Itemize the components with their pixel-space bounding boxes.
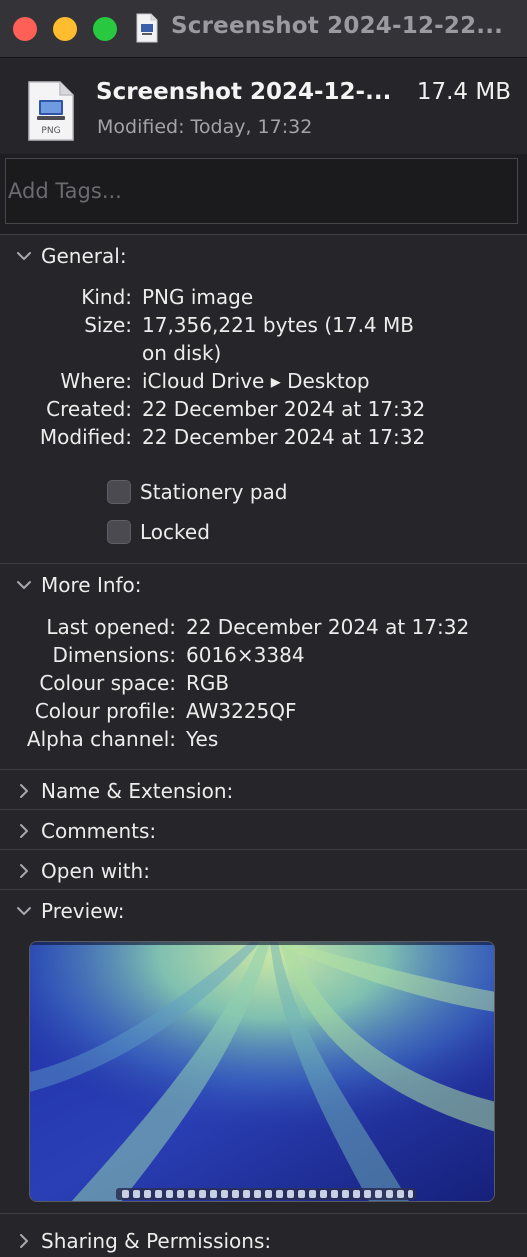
section-sharing-permissions-title: Sharing & Permissions:	[41, 1229, 272, 1253]
minimize-button[interactable]	[53, 17, 77, 41]
section-name-extension-title: Name & Extension:	[41, 779, 234, 803]
stationery-pad-checkbox[interactable]	[107, 480, 131, 504]
alpha-channel-label: Alpha channel:	[26, 727, 176, 751]
preview-thumbnail	[29, 941, 495, 1202]
section-general-title: General:	[41, 244, 127, 268]
divider	[0, 234, 527, 235]
locked-option[interactable]: Locked	[107, 520, 210, 544]
dimensions-value: 6016×3384	[186, 643, 305, 667]
tags-input[interactable]	[6, 159, 517, 223]
created-label: Created:	[46, 397, 132, 421]
chevron-right-icon	[20, 824, 28, 838]
section-more-info-toggle[interactable]: More Info:	[13, 571, 142, 599]
menu-bar-strip	[30, 942, 494, 945]
colour-space-label: Colour space:	[39, 671, 176, 695]
document-icon	[136, 13, 158, 43]
size-label: Size:	[84, 313, 132, 337]
colour-profile-value: AW3225QF	[186, 699, 297, 723]
divider	[0, 563, 527, 564]
file-header: PNG Screenshot 2024-12-... 17.4 MB Modif…	[0, 58, 527, 154]
section-preview-toggle[interactable]: Preview:	[13, 897, 125, 925]
section-more-info-title: More Info:	[41, 573, 142, 597]
divider	[0, 769, 527, 770]
tags-field-container	[5, 158, 518, 224]
chevron-right-icon	[20, 1234, 28, 1248]
size-value: 17,356,221 bytes (17.4 MB	[142, 313, 414, 337]
file-size: 17.4 MB	[416, 79, 511, 105]
kind-value: PNG image	[142, 285, 254, 309]
file-modified: Modified: Today, 17:32	[97, 116, 313, 138]
close-button[interactable]	[13, 17, 37, 41]
section-open-with-title: Open with:	[41, 859, 150, 883]
kind-label: Kind:	[81, 285, 132, 309]
colour-space-value: RGB	[186, 671, 230, 695]
created-value: 22 December 2024 at 17:32	[142, 397, 426, 421]
wallpaper-preview-image	[30, 942, 494, 1201]
section-open-with-toggle[interactable]: Open with:	[13, 857, 150, 885]
where-value: iCloud Drive ▸ Desktop	[142, 369, 370, 393]
section-comments-toggle[interactable]: Comments:	[13, 817, 156, 845]
png-badge: PNG	[41, 126, 60, 136]
zoom-button[interactable]	[93, 17, 117, 41]
section-general-toggle[interactable]: General:	[13, 242, 127, 270]
modified-value: 22 December 2024 at 17:32	[142, 425, 426, 449]
section-sharing-permissions-toggle[interactable]: Sharing & Permissions:	[13, 1227, 271, 1255]
chevron-down-icon	[17, 581, 31, 589]
divider	[0, 809, 527, 810]
png-file-icon: PNG	[28, 81, 74, 141]
locked-checkbox[interactable]	[107, 520, 131, 544]
chevron-down-icon	[17, 252, 31, 260]
divider	[0, 1213, 527, 1214]
modified-label: Modified:	[39, 425, 132, 449]
window-title: Screenshot 2024-12-22...	[171, 13, 504, 39]
last-opened-label: Last opened:	[46, 615, 176, 639]
last-opened-value: 22 December 2024 at 17:32	[186, 615, 470, 639]
stationery-pad-option[interactable]: Stationery pad	[107, 480, 287, 504]
divider	[0, 849, 527, 850]
chevron-down-icon	[17, 907, 31, 915]
chevron-right-icon	[20, 784, 28, 798]
section-comments-title: Comments:	[41, 819, 157, 843]
file-name: Screenshot 2024-12-...	[96, 79, 392, 105]
stationery-pad-label: Stationery pad	[140, 480, 288, 504]
dimensions-label: Dimensions:	[52, 643, 176, 667]
where-label: Where:	[60, 369, 132, 393]
divider	[0, 889, 527, 890]
locked-label: Locked	[140, 520, 210, 544]
chevron-right-icon	[20, 864, 28, 878]
section-preview-title: Preview:	[41, 899, 125, 923]
colour-profile-label: Colour profile:	[34, 699, 176, 723]
size-value-continued: on disk)	[142, 341, 222, 365]
section-name-extension-toggle[interactable]: Name & Extension:	[13, 777, 233, 805]
alpha-channel-value: Yes	[186, 727, 219, 751]
title-bar: Screenshot 2024-12-22...	[0, 0, 527, 58]
